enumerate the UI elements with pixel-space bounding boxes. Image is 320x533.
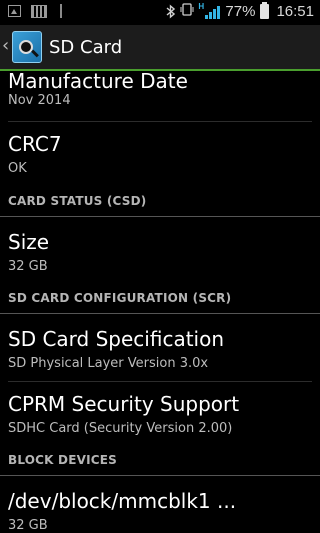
item-title: /dev/block/mmcblk1 ... [8, 489, 237, 513]
item-value: OK [8, 161, 27, 176]
divider [8, 121, 312, 122]
section-header-block-devices: BLOCK DEVICES [0, 446, 320, 476]
section-label: SD CARD CONFIGURATION (SCR) [8, 291, 232, 305]
status-bar: H 77% 16:51 [0, 0, 320, 25]
detail-list[interactable]: Manufacture Date Nov 2014 CRC7 OK CARD S… [0, 71, 320, 533]
item-value: 32 GB [8, 518, 48, 533]
network-type-label: H [198, 2, 205, 11]
item-title: Manufacture Date [8, 71, 188, 93]
section-label: BLOCK DEVICES [8, 453, 118, 467]
battery-icon [260, 2, 270, 19]
item-title: CRC7 [8, 132, 62, 156]
battery-percentage: 77% [225, 3, 256, 20]
vibrate-icon [180, 2, 194, 21]
item-title: CPRM Security Support [8, 392, 240, 416]
item-value: SD Physical Layer Version 3.0x [8, 356, 209, 371]
up-navigation-icon[interactable]: ‹ [2, 37, 9, 55]
item-value: Nov 2014 [8, 93, 71, 108]
section-rule [0, 475, 320, 476]
action-bar: ‹ SD Card [0, 25, 320, 71]
app-icon[interactable] [12, 31, 42, 63]
notification-icons [8, 4, 65, 18]
section-header-card-status: CARD STATUS (CSD) [0, 187, 320, 217]
image-notification-icon [8, 5, 21, 17]
section-header-sd-card-configuration: SD CARD CONFIGURATION (SCR) [0, 284, 320, 314]
section-rule [0, 313, 320, 314]
page-title: SD Card [49, 37, 123, 58]
divider [8, 381, 312, 382]
list-item-cprm-security-support[interactable]: CPRM Security Support SDHC Card (Securit… [0, 389, 320, 439]
item-title: SD Card Specification [8, 327, 225, 351]
item-value: SDHC Card (Security Version 2.00) [8, 421, 233, 436]
usb-notification-icon [57, 4, 65, 18]
magnifier-handle [31, 49, 39, 58]
section-label: CARD STATUS (CSD) [8, 194, 147, 208]
keyboard-notification-icon [31, 4, 47, 18]
system-icons: H 77% 16:51 [166, 2, 314, 21]
item-title: Size [8, 230, 50, 254]
clock: 16:51 [276, 3, 314, 20]
list-item-size[interactable]: Size 32 GB [0, 227, 320, 277]
list-item-block-device[interactable]: /dev/block/mmcblk1 ... 32 GB [0, 486, 320, 533]
section-rule [0, 216, 320, 217]
item-value: 32 GB [8, 259, 48, 274]
list-item-sd-card-specification[interactable]: SD Card Specification SD Physical Layer … [0, 324, 320, 374]
bluetooth-icon [166, 4, 176, 19]
mobile-signal-icon: H [198, 2, 221, 19]
list-item-manufacture-date[interactable]: Manufacture Date Nov 2014 [0, 71, 320, 117]
list-item-crc7[interactable]: CRC7 OK [0, 131, 320, 179]
